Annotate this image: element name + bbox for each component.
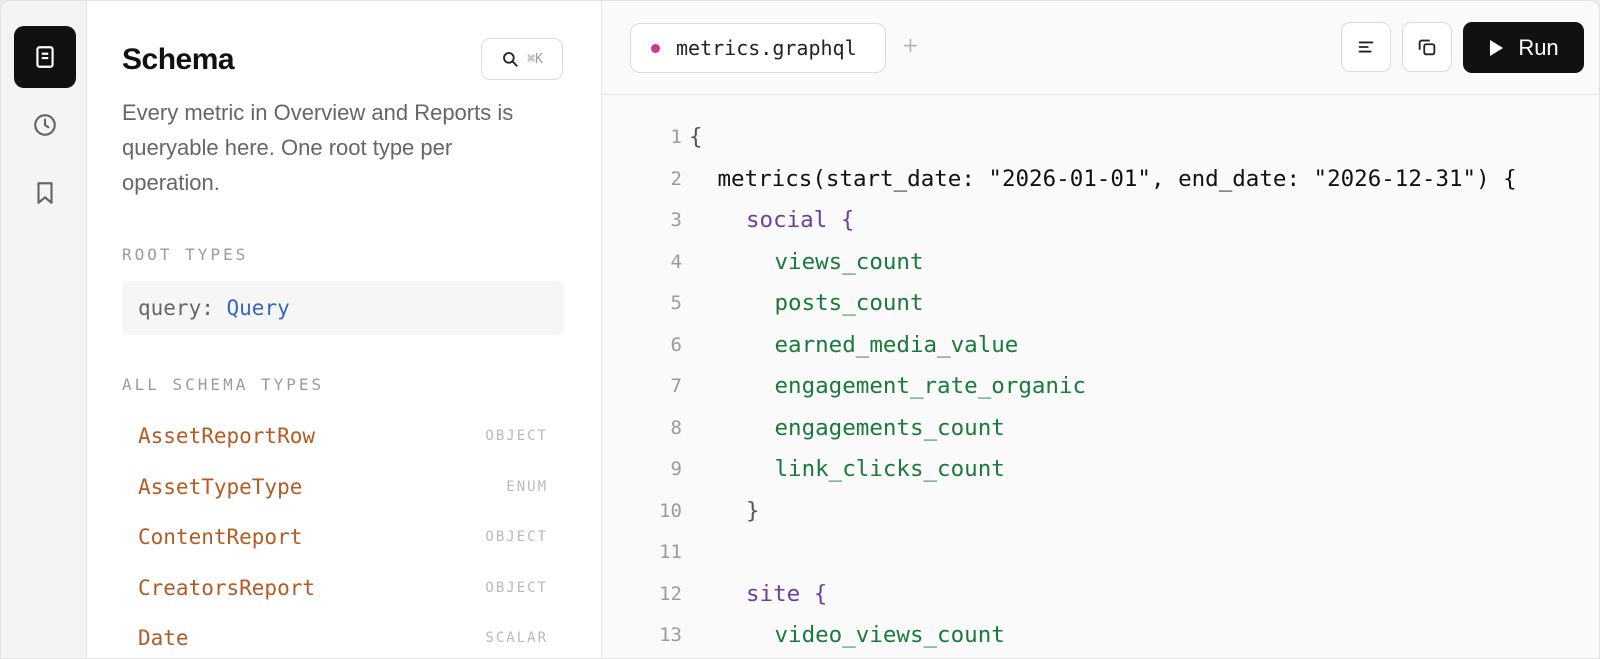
run-label: Run	[1518, 34, 1559, 60]
code-area[interactable]: 1 {2 metrics(start_date: "2026-01-01", end…	[602, 94, 1599, 658]
code-line: }	[746, 497, 760, 524]
schema-book-icon	[36, 46, 54, 68]
app-window: Schema ⌘K Every metric in Overview and R…	[0, 0, 1600, 659]
search-icon	[503, 52, 518, 67]
run-button[interactable]: Run	[1463, 22, 1584, 73]
type-name: ContentReport	[138, 525, 303, 549]
rail-bookmarks-button[interactable]	[14, 162, 76, 224]
type-kind: OBJECT	[485, 529, 548, 545]
query-editor: metrics.graphql + Run 1 {2 metrics(star…	[602, 1, 1599, 658]
schema-type-row[interactable]: AssetReportRow OBJECT	[122, 416, 564, 456]
type-name: CreatorsReport	[138, 576, 316, 600]
rail-schema-button[interactable]	[14, 26, 76, 88]
type-kind: SCALAR	[485, 630, 548, 646]
line-number: 10	[659, 499, 682, 522]
all-schema-types-label: ALL SCHEMA TYPES	[122, 375, 325, 394]
bookmark-icon	[37, 182, 53, 204]
type-kind: ENUM	[506, 479, 548, 495]
code-line: metrics(start_date: "2026-01-01", end_da…	[717, 165, 1517, 192]
line-number: 2	[670, 167, 682, 190]
type-name: Date	[138, 626, 189, 650]
line-number: 1	[670, 126, 682, 148]
copy-icon	[1418, 39, 1436, 56]
type-name: AssetReportRow	[138, 424, 316, 448]
line-number: 13	[659, 624, 682, 646]
line-number: 7	[670, 375, 682, 397]
line-number: 4	[670, 250, 682, 273]
line-number: 3	[670, 209, 682, 231]
schema-description: Every metric in Overview and Reports is …	[122, 100, 514, 195]
root-type-value: Query	[226, 296, 290, 320]
line-number: 9	[670, 458, 682, 480]
format-button[interactable]	[1341, 22, 1391, 72]
code-line: site {	[746, 580, 828, 607]
code-line: social {	[746, 207, 855, 233]
schema-panel: Schema ⌘K Every metric in Overview and R…	[87, 1, 602, 658]
code-line: posts_count	[774, 290, 924, 316]
schema-type-row[interactable]: Date SCALAR	[122, 618, 564, 658]
code-line: earned_media_value	[774, 331, 1019, 358]
code-line: link_clicks_count	[774, 456, 1005, 482]
schema-type-row[interactable]: AssetTypeType ENUM	[122, 467, 564, 507]
root-type-key: query:	[138, 296, 214, 320]
schema-type-row[interactable]: ContentReport OBJECT	[122, 517, 564, 557]
line-number: 8	[670, 416, 682, 439]
type-kind: OBJECT	[485, 580, 548, 596]
search-shortcut: ⌘K	[527, 51, 543, 67]
schema-title: Schema	[122, 43, 235, 76]
editor-tab-bar: metrics.graphql + Run	[602, 1, 1599, 95]
tab-file-name: metrics.graphql	[676, 36, 857, 60]
play-icon	[1490, 39, 1504, 56]
code-line: engagement_rate_organic	[774, 373, 1087, 399]
line-number: 5	[670, 292, 682, 314]
tab-metrics-graphql[interactable]: metrics.graphql	[630, 23, 886, 73]
root-type-query[interactable]: query: Query	[122, 281, 564, 335]
rail-history-button[interactable]	[14, 94, 76, 156]
add-tab-button[interactable]: +	[902, 33, 919, 57]
schema-search-button[interactable]: ⌘K	[481, 38, 563, 80]
unsaved-dot-icon	[651, 43, 660, 53]
line-number: 12	[659, 582, 682, 605]
root-types-label: ROOT TYPES	[122, 245, 249, 264]
schema-type-row[interactable]: CreatorsReport OBJECT	[122, 568, 564, 608]
line-number: 11	[659, 541, 682, 563]
left-rail	[1, 1, 87, 658]
copy-button[interactable]	[1402, 22, 1452, 72]
align-left-icon	[1358, 41, 1374, 53]
code-line: {	[689, 124, 703, 150]
code-line: views_count	[774, 248, 924, 275]
type-kind: OBJECT	[485, 428, 548, 444]
code-line: engagements_count	[774, 414, 1005, 441]
history-clock-icon	[34, 114, 56, 136]
type-name: AssetTypeType	[138, 475, 303, 499]
code-line: video_views_count	[774, 622, 1005, 648]
line-number: 6	[670, 333, 682, 356]
